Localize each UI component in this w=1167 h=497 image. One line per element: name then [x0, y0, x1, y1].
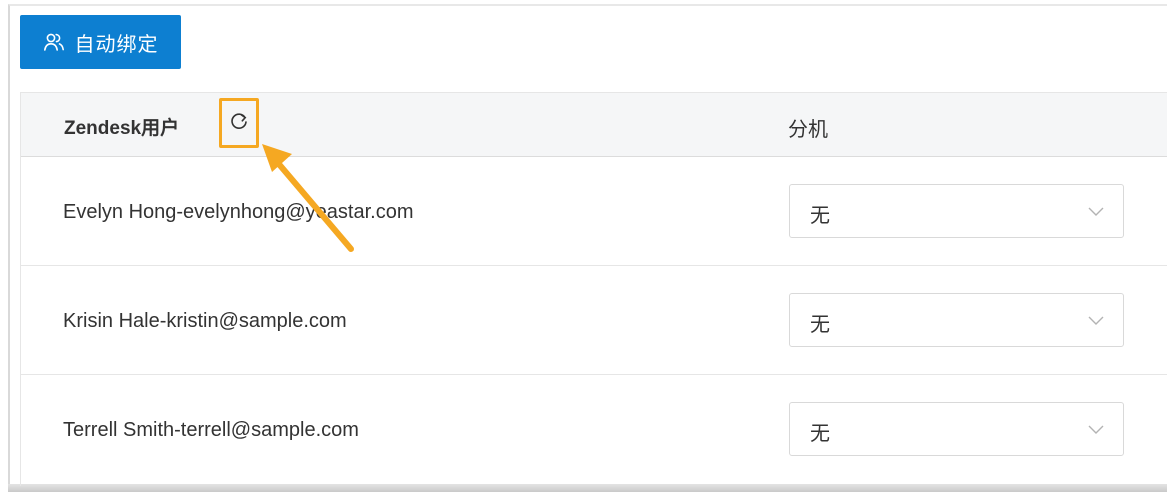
extension-select-value: 无 — [810, 423, 830, 445]
chevron-down-icon — [1087, 313, 1105, 327]
extension-select-value: 无 — [810, 205, 830, 227]
refresh-icon — [229, 111, 249, 136]
user-binding-table: Zendesk用户 分机 Evelyn Hong-evelynhong@yeas… — [20, 92, 1167, 486]
table-row: Terrell Smith-terrell@sample.com 无 — [21, 375, 1167, 484]
users-icon — [43, 31, 65, 53]
table-row: Evelyn Hong-evelynhong@yeastar.com 无 — [21, 157, 1167, 266]
extension-select[interactable]: 无 — [789, 402, 1124, 456]
zendesk-user-cell: Evelyn Hong-evelynhong@yeastar.com — [63, 201, 414, 223]
extension-select-value: 无 — [810, 314, 830, 336]
zendesk-user-cell: Krisin Hale-kristin@sample.com — [63, 310, 347, 332]
column-header-extension: 分机 — [788, 119, 828, 141]
table-row: Krisin Hale-kristin@sample.com 无 — [21, 266, 1167, 375]
column-header-zendesk-user: Zendesk用户 — [64, 118, 180, 139]
chevron-down-icon — [1087, 422, 1105, 436]
refresh-users-button[interactable] — [219, 98, 259, 148]
extension-select[interactable]: 无 — [789, 184, 1124, 238]
auto-bind-button[interactable]: 自动绑定 — [20, 15, 181, 69]
extension-select[interactable]: 无 — [789, 293, 1124, 347]
table-header: Zendesk用户 分机 — [21, 92, 1167, 157]
auto-bind-label: 自动绑定 — [74, 33, 159, 56]
chevron-down-icon — [1087, 204, 1105, 218]
zendesk-user-cell: Terrell Smith-terrell@sample.com — [63, 419, 359, 441]
